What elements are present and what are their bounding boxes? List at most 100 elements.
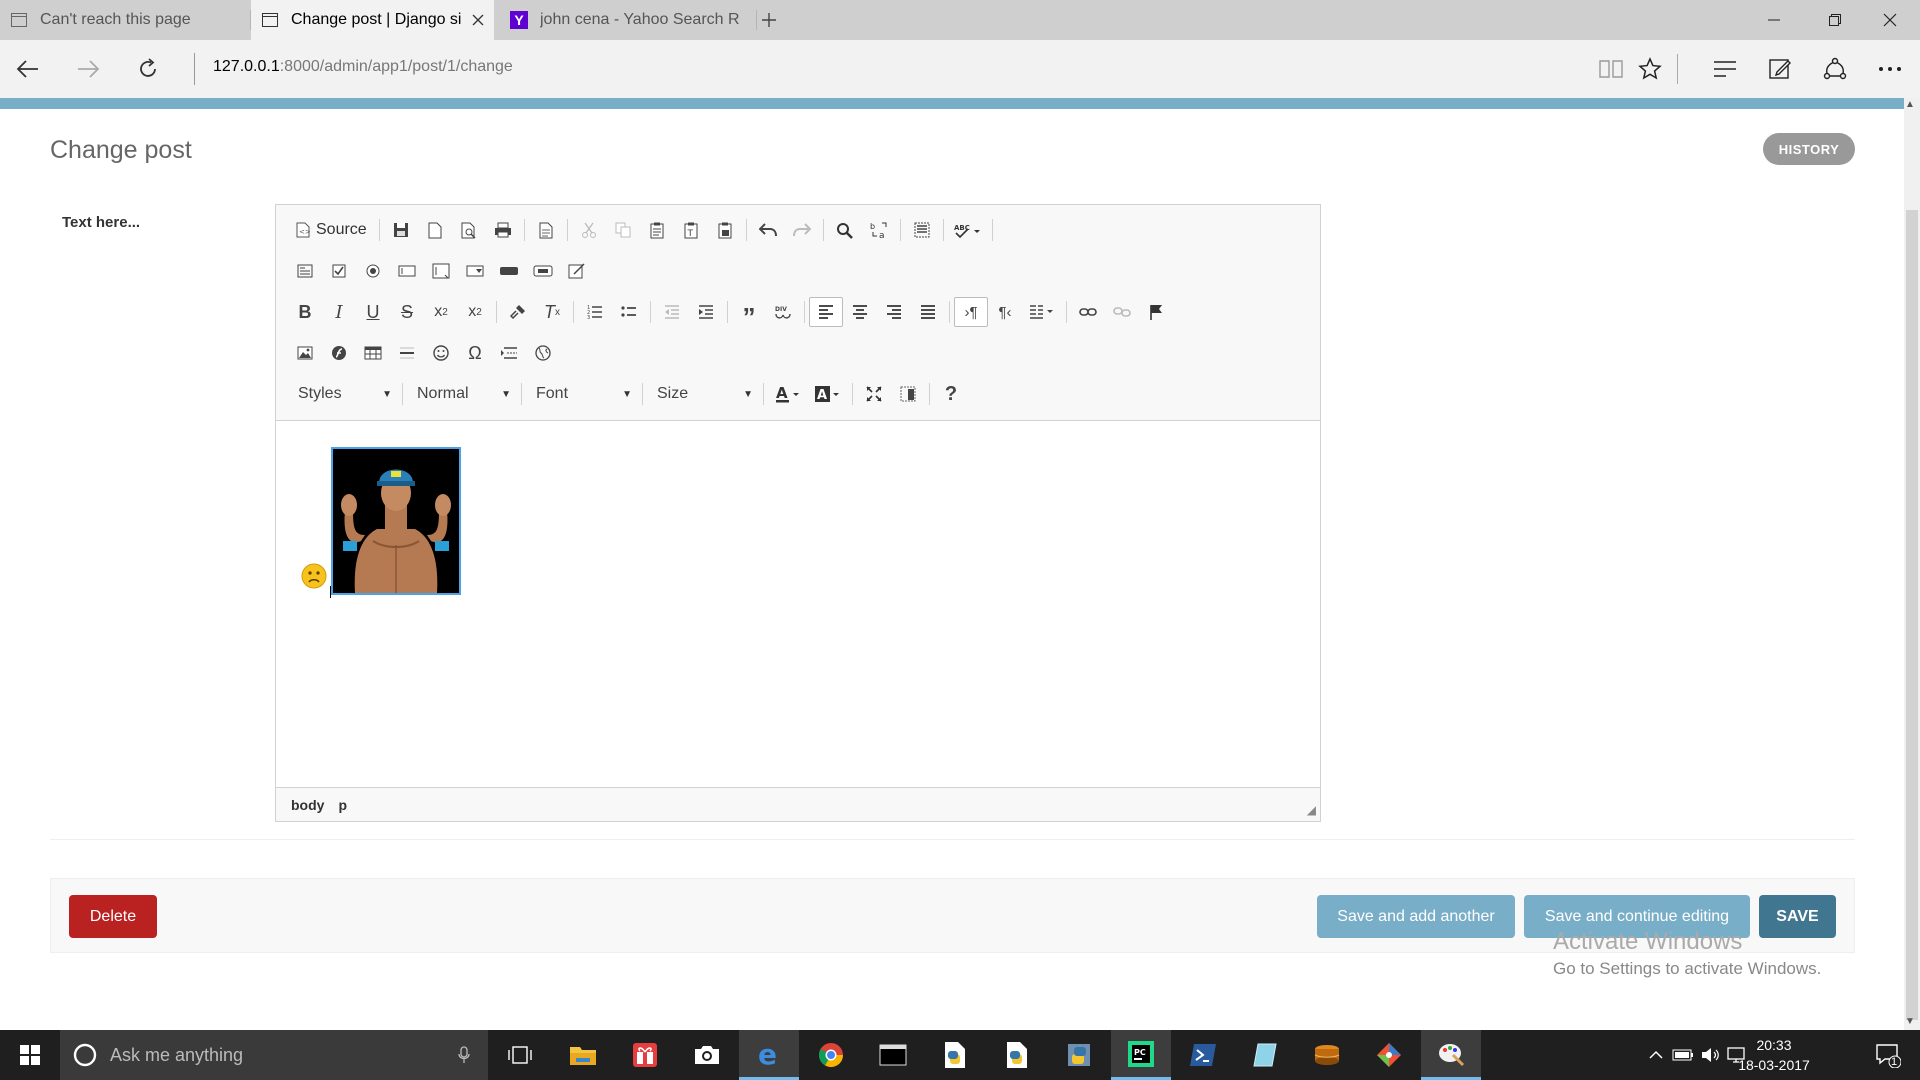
path-item-p[interactable]: p [338,797,347,813]
remove-format-icon[interactable]: Tx [535,297,569,327]
create-div-icon[interactable]: DIV [766,297,800,327]
restore-button[interactable] [1812,0,1858,40]
preview-icon[interactable] [452,215,486,245]
tab-cant-reach[interactable]: Can't reach this page [0,0,250,40]
indent-icon[interactable] [689,297,723,327]
scroll-up-arrow-icon[interactable]: ▲ [1905,99,1915,110]
replace-icon[interactable]: ba [862,215,896,245]
iframe-globe-icon[interactable] [526,338,560,368]
anchor-flag-icon[interactable] [1139,297,1173,327]
print-icon[interactable] [486,215,520,245]
flash-icon[interactable] [322,338,356,368]
address-bar[interactable]: 127.0.0.1:8000/admin/app1/post/1/change [213,58,513,76]
source-button[interactable]: <> Source [288,215,375,245]
underline-icon[interactable]: U [356,297,390,327]
align-right-icon[interactable] [877,297,911,327]
new-tab-button[interactable] [746,0,792,40]
path-item-body[interactable]: body [291,797,324,813]
volume-tray[interactable] [1698,1030,1724,1080]
tab-change-post[interactable]: Change post | Django si [251,0,494,40]
history-button[interactable]: HISTORY [1763,133,1855,165]
justify-icon[interactable] [911,297,945,327]
show-hidden-icons-button[interactable] [1645,1030,1667,1080]
paste-word-icon[interactable] [708,215,742,245]
python-file-app-2[interactable] [987,1030,1047,1080]
inserted-wrestler-photo[interactable] [331,447,461,595]
format-dropdown[interactable]: Normal ▼ [407,379,517,409]
edge-browser-app[interactable]: e [739,1030,799,1080]
git-app[interactable] [1359,1030,1419,1080]
select-field-icon[interactable] [458,256,492,286]
text-color-icon[interactable]: A [768,379,808,409]
tab-yahoo-search[interactable]: Y john cena - Yahoo Search Re [500,0,744,40]
superscript-icon[interactable]: x2 [458,297,492,327]
console-app[interactable] [863,1030,923,1080]
scrollbar-thumb[interactable] [1906,210,1918,1020]
start-button[interactable] [0,1030,60,1080]
pycharm-app[interactable]: PC [1111,1030,1171,1080]
styles-dropdown[interactable]: Styles ▼ [288,379,398,409]
spell-check-icon[interactable]: ABC [948,215,988,245]
blockquote-icon[interactable]: ” [732,297,766,332]
size-dropdown[interactable]: Size ▼ [647,379,759,409]
align-left-icon[interactable] [809,297,843,327]
text-direction-rtl-icon[interactable]: ¶‹ [988,297,1022,327]
minimize-button[interactable] [1751,0,1797,40]
link-icon[interactable] [1071,297,1105,327]
battery-tray[interactable] [1670,1030,1696,1080]
radio-icon[interactable] [356,256,390,286]
copy-format-icon[interactable] [501,297,535,327]
action-center-button[interactable]: 1 [1864,1030,1912,1080]
hidden-field-icon[interactable] [560,256,594,286]
paste-text-icon[interactable]: T [674,215,708,245]
new-page-icon[interactable] [418,215,452,245]
share-button[interactable] [1815,49,1855,89]
paste-icon[interactable] [640,215,674,245]
italic-icon[interactable]: I [322,297,356,327]
help-icon[interactable]: ? [934,379,968,409]
python-file-app[interactable] [925,1030,985,1080]
textarea-icon[interactable] [424,256,458,286]
resize-handle-icon[interactable]: ◢ [1307,803,1316,817]
back-button[interactable] [8,49,48,89]
undo-icon[interactable] [751,215,785,245]
task-view-button[interactable] [490,1030,550,1080]
form-icon[interactable] [288,256,322,286]
page-break-icon[interactable] [492,338,526,368]
redo-icon[interactable] [785,215,819,245]
find-icon[interactable] [828,215,862,245]
checkbox-icon[interactable] [322,256,356,286]
chrome-app[interactable] [801,1030,861,1080]
reading-view-button[interactable] [1591,49,1631,89]
font-dropdown[interactable]: Font ▼ [526,379,638,409]
favorite-button[interactable] [1630,49,1670,89]
save-and-add-another-button[interactable]: Save and add another [1317,895,1515,938]
table-icon[interactable] [356,338,390,368]
outdent-icon[interactable] [655,297,689,327]
camera-app[interactable] [677,1030,737,1080]
close-tab-icon[interactable] [470,12,486,28]
cortana-search-box[interactable]: Ask me anything [60,1030,488,1080]
editor-content-area[interactable] [276,421,1320,786]
unlink-icon[interactable] [1105,297,1139,327]
maximize-icon[interactable] [857,379,891,409]
hub-button[interactable] [1705,49,1745,89]
bold-icon[interactable]: B [288,297,322,327]
save-icon[interactable] [384,215,418,245]
glass-app[interactable] [1235,1030,1295,1080]
text-field-icon[interactable] [390,256,424,286]
gift-app[interactable] [615,1030,675,1080]
forward-button[interactable] [68,49,108,89]
align-center-icon[interactable] [843,297,877,327]
refresh-button[interactable] [128,49,168,89]
smiley-icon[interactable] [424,338,458,368]
python-idle-app[interactable] [1049,1030,1109,1080]
button-field-icon[interactable] [492,256,526,286]
copy-icon[interactable] [606,215,640,245]
file-explorer-app[interactable] [553,1030,613,1080]
language-icon[interactable] [1022,297,1062,327]
cut-icon[interactable] [572,215,606,245]
paint-app[interactable] [1421,1030,1481,1080]
subscript-icon[interactable]: x2 [424,297,458,327]
scroll-down-arrow-icon[interactable]: ▼ [1905,1016,1915,1027]
